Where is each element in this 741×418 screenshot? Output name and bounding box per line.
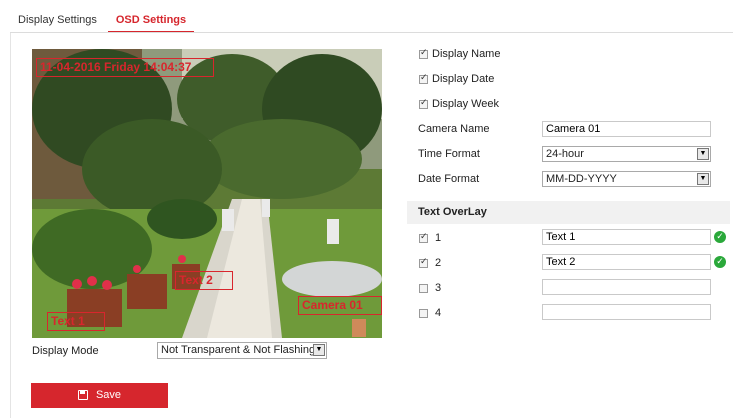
save-button-label: Save xyxy=(95,389,122,401)
camera-name-label: Camera Name xyxy=(418,123,490,135)
display-mode-label: Display Mode xyxy=(32,345,99,357)
text-overlay-4-number: 4 xyxy=(435,307,442,319)
save-button[interactable]: Save xyxy=(31,383,168,408)
time-format-select[interactable]: 24-hour ▼ xyxy=(542,146,711,162)
panel-border xyxy=(10,33,11,418)
dropdown-arrow-icon[interactable]: ▼ xyxy=(697,173,709,185)
text-overlay-1-input[interactable] xyxy=(542,229,711,245)
time-format-value: 24-hour xyxy=(546,148,584,160)
text-overlay-2-checkbox[interactable] xyxy=(419,257,428,268)
check-circle-icon: ✓ xyxy=(714,256,726,268)
save-disk-icon xyxy=(77,390,88,400)
text-overlay-3-input[interactable] xyxy=(542,279,711,295)
dropdown-arrow-icon[interactable]: ▼ xyxy=(313,344,325,356)
text-overlay-3-number: 3 xyxy=(435,282,442,294)
tab-divider xyxy=(10,32,733,33)
osd-text1-overlay[interactable]: Text 1 xyxy=(47,312,105,331)
text-overlay-3-checkbox[interactable] xyxy=(419,284,428,293)
display-name-checkbox[interactable] xyxy=(419,48,428,59)
osd-text2-overlay[interactable]: Text 2 xyxy=(175,271,233,290)
text-overlay-header: Text OverLay xyxy=(407,201,730,224)
osd-camera-name-overlay[interactable]: Camera 01 xyxy=(298,296,382,315)
garden-scene-image xyxy=(32,49,382,338)
text-overlay-4-checkbox[interactable] xyxy=(419,309,428,318)
time-format-label: Time Format xyxy=(418,148,480,160)
dropdown-arrow-icon[interactable]: ▼ xyxy=(697,148,709,160)
check-circle-icon: ✓ xyxy=(714,231,726,243)
tab-display-settings[interactable]: Display Settings xyxy=(18,10,97,32)
date-format-label: Date Format xyxy=(418,173,480,185)
tab-bar: Display Settings OSD Settings xyxy=(0,0,741,33)
camera-name-input[interactable] xyxy=(542,121,711,137)
osd-date-overlay[interactable]: 11-04-2016 Friday 14:04:37 xyxy=(36,58,214,77)
text-overlay-1-checkbox[interactable] xyxy=(419,232,428,243)
display-week-checkbox[interactable] xyxy=(419,98,428,109)
display-date-label: Display Date xyxy=(432,73,495,85)
display-mode-value: Not Transparent & Not Flashing xyxy=(161,344,316,356)
date-format-select[interactable]: MM-DD-YYYY ▼ xyxy=(542,171,711,187)
date-format-value: MM-DD-YYYY xyxy=(546,173,617,185)
text-overlay-2-number: 2 xyxy=(435,257,442,269)
display-week-label: Display Week xyxy=(432,98,500,110)
text-overlay-4-input[interactable] xyxy=(542,304,711,320)
display-date-checkbox[interactable] xyxy=(419,73,428,84)
video-preview: 11-04-2016 Friday 14:04:37 Text 2 Text 1… xyxy=(32,49,382,338)
display-name-label: Display Name xyxy=(432,48,501,60)
display-mode-select[interactable]: Not Transparent & Not Flashing ▼ xyxy=(157,342,327,359)
text-overlay-1-number: 1 xyxy=(435,232,442,244)
tab-osd-settings[interactable]: OSD Settings xyxy=(108,10,194,33)
text-overlay-2-input[interactable] xyxy=(542,254,711,270)
